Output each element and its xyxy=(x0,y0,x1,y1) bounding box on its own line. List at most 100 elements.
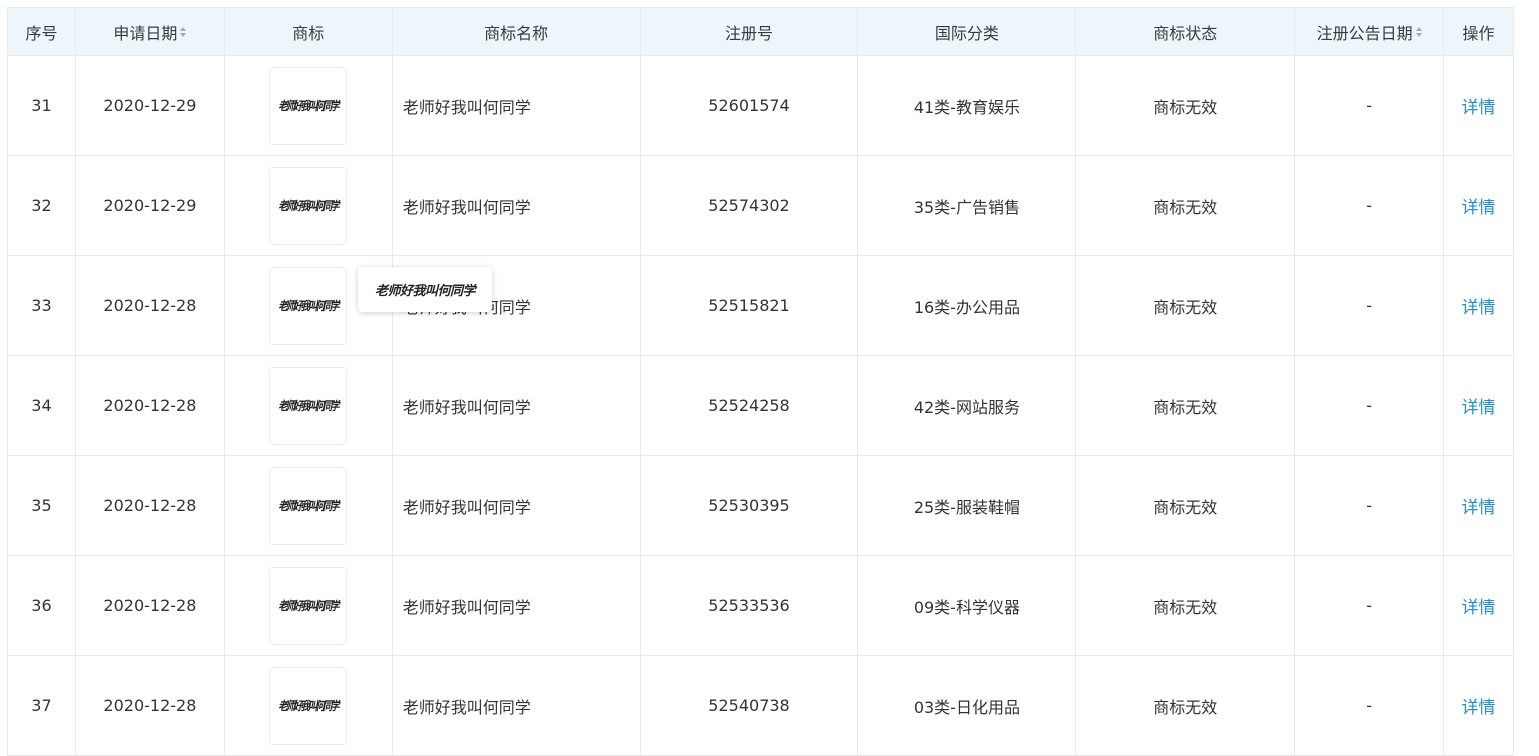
cell-status: 商标无效 xyxy=(1076,456,1296,556)
header-apply-date[interactable]: 申请日期 xyxy=(75,8,225,56)
header-action-label: 操作 xyxy=(1462,23,1495,43)
cell-action: 详情 xyxy=(1444,156,1515,256)
cell-pub-date: - xyxy=(1295,456,1445,556)
cell-reg-no: 52530395 xyxy=(640,456,859,556)
table-row: 35 2020-12-28 老师好我叫何同学 老师好我叫何同学 52530395… xyxy=(8,456,1515,556)
trademark-logo-text: 老师好我叫何同学 xyxy=(278,399,340,413)
cell-name: 老师好我叫何同学 xyxy=(392,456,641,556)
cell-name: 老师好我叫何同学 xyxy=(392,656,641,756)
cell-intl-class: 16类-办公用品 xyxy=(858,256,1077,356)
cell-name: 老师好我叫何同学 xyxy=(392,356,641,456)
trademark-logo-image[interactable]: 老师好我叫何同学 xyxy=(269,466,348,545)
table-row: 33 2020-12-28 老师好我叫何同学 老师好我叫何同学 52515821… xyxy=(8,256,1515,356)
trademark-logo-text: 老师好我叫何同学 xyxy=(278,599,340,613)
cell-logo: 老师好我叫何同学 xyxy=(224,56,393,156)
cell-logo: 老师好我叫何同学 xyxy=(224,156,393,256)
cell-intl-class: 35类-广告销售 xyxy=(858,156,1077,256)
cell-reg-no: 52574302 xyxy=(640,156,859,256)
trademark-logo-text: 老师好我叫何同学 xyxy=(278,499,340,513)
cell-reg-no: 52515821 xyxy=(640,256,859,356)
trademark-logo-text: 老师好我叫何同学 xyxy=(278,299,340,313)
cell-status: 商标无效 xyxy=(1076,556,1296,656)
table-header-row: 序号 申请日期 商标 商标名称 注册号 国际分类 商标状态 注册公告日期 操作 xyxy=(8,8,1515,56)
trademark-logo-image[interactable]: 老师好我叫何同学 xyxy=(269,366,348,445)
cell-intl-class: 03类-日化用品 xyxy=(858,656,1077,756)
cell-apply-date: 2020-12-29 xyxy=(75,156,225,256)
header-reg-no: 注册号 xyxy=(640,8,859,56)
detail-link[interactable]: 详情 xyxy=(1462,593,1496,618)
cell-status: 商标无效 xyxy=(1076,56,1296,156)
detail-link[interactable]: 详情 xyxy=(1462,293,1496,318)
cell-logo: 老师好我叫何同学 xyxy=(224,556,393,656)
trademark-table: 序号 申请日期 商标 商标名称 注册号 国际分类 商标状态 注册公告日期 操作 … xyxy=(7,7,1515,756)
cell-action: 详情 xyxy=(1444,556,1515,656)
cell-logo: 老师好我叫何同学 xyxy=(224,656,393,756)
header-status-label: 商标状态 xyxy=(1153,23,1218,43)
logo-preview-tooltip: 老师好我叫何同学 xyxy=(358,267,492,312)
cell-intl-class: 09类-科学仪器 xyxy=(858,556,1077,656)
cell-reg-no: 52533536 xyxy=(640,556,859,656)
table-row: 31 2020-12-29 老师好我叫何同学 老师好我叫何同学 52601574… xyxy=(8,56,1515,156)
cell-index: 36 xyxy=(8,556,76,656)
cell-apply-date: 2020-12-29 xyxy=(75,56,225,156)
cell-action: 详情 xyxy=(1444,656,1515,756)
sort-caret-icon[interactable] xyxy=(1415,25,1422,39)
trademark-logo-image[interactable]: 老师好我叫何同学 xyxy=(269,666,348,745)
trademark-logo-text: 老师好我叫何同学 xyxy=(278,199,340,213)
cell-action: 详情 xyxy=(1444,56,1515,156)
header-status: 商标状态 xyxy=(1076,8,1296,56)
cell-status: 商标无效 xyxy=(1076,156,1296,256)
cell-status: 商标无效 xyxy=(1076,656,1296,756)
header-index: 序号 xyxy=(8,8,76,56)
cell-intl-class: 25类-服装鞋帽 xyxy=(858,456,1077,556)
cell-reg-no: 52601574 xyxy=(640,56,859,156)
cell-pub-date: - xyxy=(1295,356,1445,456)
table-row: 36 2020-12-28 老师好我叫何同学 老师好我叫何同学 52533536… xyxy=(8,556,1515,656)
cell-name: 老师好我叫何同学 xyxy=(392,556,641,656)
detail-link[interactable]: 详情 xyxy=(1462,393,1496,418)
cell-apply-date: 2020-12-28 xyxy=(75,656,225,756)
cell-action: 详情 xyxy=(1444,356,1515,456)
detail-link[interactable]: 详情 xyxy=(1462,93,1496,118)
cell-action: 详情 xyxy=(1444,456,1515,556)
cell-action: 详情 xyxy=(1444,256,1515,356)
header-pub-date-label[interactable]: 注册公告日期 xyxy=(1317,20,1413,44)
detail-link[interactable]: 详情 xyxy=(1462,493,1496,518)
header-name: 商标名称 xyxy=(392,8,641,56)
cell-intl-class: 41类-教育娱乐 xyxy=(858,56,1077,156)
header-pub-date[interactable]: 注册公告日期 xyxy=(1295,8,1445,56)
header-reg-no-label: 注册号 xyxy=(725,23,774,43)
trademark-logo-text: 老师好我叫何同学 xyxy=(278,99,340,113)
detail-link[interactable]: 详情 xyxy=(1462,693,1496,718)
cell-name: 老师好我叫何同学 xyxy=(392,156,641,256)
sort-caret-icon[interactable] xyxy=(180,25,187,39)
trademark-logo-image[interactable]: 老师好我叫何同学 xyxy=(269,266,348,345)
header-intl-class: 国际分类 xyxy=(858,8,1077,56)
trademark-logo-image[interactable]: 老师好我叫何同学 xyxy=(269,566,348,645)
cell-logo: 老师好我叫何同学 xyxy=(224,456,393,556)
cell-status: 商标无效 xyxy=(1076,356,1296,456)
cell-pub-date: - xyxy=(1295,156,1445,256)
cell-logo: 老师好我叫何同学 xyxy=(224,356,393,456)
table-row: 32 2020-12-29 老师好我叫何同学 老师好我叫何同学 52574302… xyxy=(8,156,1515,256)
cell-pub-date: - xyxy=(1295,256,1445,356)
header-apply-date-label[interactable]: 申请日期 xyxy=(113,20,177,44)
cell-status: 商标无效 xyxy=(1076,256,1296,356)
cell-index: 35 xyxy=(8,456,76,556)
cell-index: 33 xyxy=(8,256,76,356)
header-intl-class-label: 国际分类 xyxy=(934,23,999,43)
trademark-logo-image[interactable]: 老师好我叫何同学 xyxy=(269,166,348,245)
cell-index: 34 xyxy=(8,356,76,456)
header-index-label: 序号 xyxy=(25,23,58,43)
cell-pub-date: - xyxy=(1295,56,1445,156)
detail-link[interactable]: 详情 xyxy=(1462,193,1496,218)
trademark-logo-text: 老师好我叫何同学 xyxy=(278,699,340,713)
cell-apply-date: 2020-12-28 xyxy=(75,356,225,456)
cell-apply-date: 2020-12-28 xyxy=(75,556,225,656)
table-row: 37 2020-12-28 老师好我叫何同学 老师好我叫何同学 52540738… xyxy=(8,656,1515,756)
cell-apply-date: 2020-12-28 xyxy=(75,456,225,556)
header-name-label: 商标名称 xyxy=(484,23,549,43)
trademark-logo-image[interactable]: 老师好我叫何同学 xyxy=(269,66,348,145)
cell-index: 32 xyxy=(8,156,76,256)
cell-reg-no: 52540738 xyxy=(640,656,859,756)
